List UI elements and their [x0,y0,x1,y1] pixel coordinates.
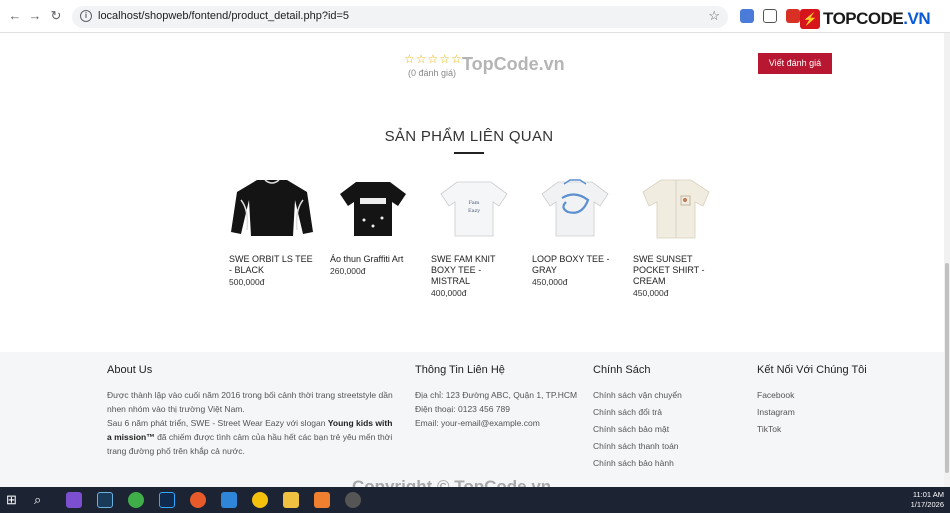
windows-start-icon[interactable]: ⊞ [6,492,22,508]
social-link-instagram[interactable]: Instagram [757,405,937,419]
footer-contact-title: Thông Tin Liên Hệ [415,364,505,376]
related-products-title: SẢN PHẨM LIÊN QUAN [384,128,554,145]
clock-time: 11:01 AM [912,490,944,499]
page-scrollbar[interactable] [944,33,950,487]
site-footer: About Us Được thành lập vào cuối năm 201… [0,352,950,487]
social-link-tiktok[interactable]: TikTok [757,422,937,436]
site-info-icon[interactable]: i [80,10,92,22]
footer-contact: Thông Tin Liên Hệ Địa chỉ: 123 Đường ABC… [415,364,585,430]
title-divider [454,152,484,154]
topcode-logo-icon: ⚡ [800,9,820,29]
file-explorer-icon[interactable] [283,492,299,508]
forward-arrow-icon[interactable]: → [26,7,44,25]
image-extension-icon[interactable] [763,9,777,23]
contact-email: Email: your-email@example.com [415,418,540,428]
product-card[interactable]: Áo thun Graffiti Art 260,000đ [330,170,416,276]
policy-link-payment[interactable]: Chính sách thanh toán [593,439,743,453]
product-card[interactable]: Fam Eazy SWE FAM KNIT BOXY TEE - MISTRAL… [431,170,517,298]
product-image[interactable]: Fam Eazy [431,170,517,244]
reload-icon[interactable]: ↻ [47,7,65,25]
footer-about: About Us Được thành lập vào cuối năm 201… [107,364,397,458]
product-name[interactable]: SWE SUNSET POCKET SHIRT - CREAM [633,254,719,287]
footer-about-text: Được thành lập vào cuối năm 2016 trong b… [107,390,393,414]
search-icon[interactable]: ⌕ [34,492,50,508]
product-card[interactable]: LOOP BOXY TEE - GRAY 450,000đ [532,170,618,287]
product-name[interactable]: SWE ORBIT LS TEE - BLACK [229,254,315,276]
address-bar[interactable]: i localhost/shopweb/fontend/product_deta… [72,6,728,28]
rating-count: (0 đánh giá) [408,68,457,78]
write-review-button[interactable]: Viết đánh giá [758,53,832,74]
lightroom-icon[interactable] [97,492,113,508]
app-icon-2[interactable] [190,492,206,508]
video-extension-icon[interactable] [786,9,800,23]
product-price: 450,000đ [532,277,568,287]
contact-address: Địa chỉ: 123 Đường ABC, Quận 1, TP.HCM [415,390,578,400]
policy-link-privacy[interactable]: Chính sách bảo mật [593,422,743,436]
product-card[interactable]: SWE SUNSET POCKET SHIRT - CREAM 450,000đ [633,170,719,298]
bookmark-star-icon[interactable]: ☆ [708,8,720,24]
windows-taskbar: ⊞ ⌕ 11:01 AM 1/17/2026 [0,487,950,513]
logo-brand: TOPCODE [823,9,904,28]
product-card[interactable]: SWE ORBIT LS TEE - BLACK 500,000đ [229,170,315,287]
xampp-icon[interactable] [314,492,330,508]
product-image[interactable] [330,170,416,244]
vscode-icon[interactable] [221,492,237,508]
footer-about-title: About Us [107,364,153,376]
app-icon-3[interactable] [345,492,361,508]
system-clock[interactable]: 11:01 AM 1/17/2026 [911,490,944,510]
url-text: localhost/shopweb/fontend/product_detail… [98,10,350,22]
product-name[interactable]: Áo thun Graffiti Art [330,254,416,265]
footer-about-text-2: Sau 6 năm phát triển, SWE - Street Wear … [107,418,393,456]
rating-stars: ☆☆☆☆☆ [404,52,463,66]
chrome-icon[interactable] [252,492,268,508]
policy-link-shipping[interactable]: Chính sách vận chuyển [593,388,743,402]
product-price: 400,000đ [431,288,467,298]
visual-studio-icon[interactable] [66,492,82,508]
product-name[interactable]: LOOP BOXY TEE - GRAY [532,254,618,276]
product-name[interactable]: SWE FAM KNIT BOXY TEE - MISTRAL [431,254,517,287]
product-image[interactable] [532,170,618,244]
footer-social-title: Kết Nối Với Chúng Tôi [757,364,867,376]
footer-policy: Chính Sách Chính sách vận chuyển Chính s… [593,364,743,473]
policy-link-warranty[interactable]: Chính sách bảo hành [593,456,743,470]
back-arrow-icon[interactable]: ← [6,7,24,25]
product-price: 450,000đ [633,288,669,298]
social-link-facebook[interactable]: Facebook [757,388,937,402]
product-image[interactable] [633,170,719,244]
clock-date: 1/17/2026 [910,500,944,509]
browser-toolbar: ← → ↻ i localhost/shopweb/fontend/produc… [0,0,950,33]
policy-link-return[interactable]: Chính sách đổi trả [593,405,743,419]
product-image[interactable] [229,170,315,244]
product-price: 260,000đ [330,266,366,276]
footer-policy-title: Chính Sách [593,364,651,376]
contact-phone: Điện thoại: 0123 456 789 [415,404,510,414]
watermark: TopCode.vn [462,54,565,74]
svg-text:Fam: Fam [469,200,480,206]
scrollbar-thumb[interactable] [945,263,949,473]
app-icon[interactable] [128,492,144,508]
logo-brand-suffix: .VN [903,9,931,28]
photoshop-icon[interactable] [159,492,175,508]
svg-text:Eazy: Eazy [468,208,480,214]
topcode-logo: ⚡ TOPCODE.VN [800,8,931,30]
translate-extension-icon[interactable] [740,9,754,23]
footer-social: Kết Nối Với Chúng Tôi Facebook Instagram… [757,364,937,439]
product-price: 500,000đ [229,277,265,287]
